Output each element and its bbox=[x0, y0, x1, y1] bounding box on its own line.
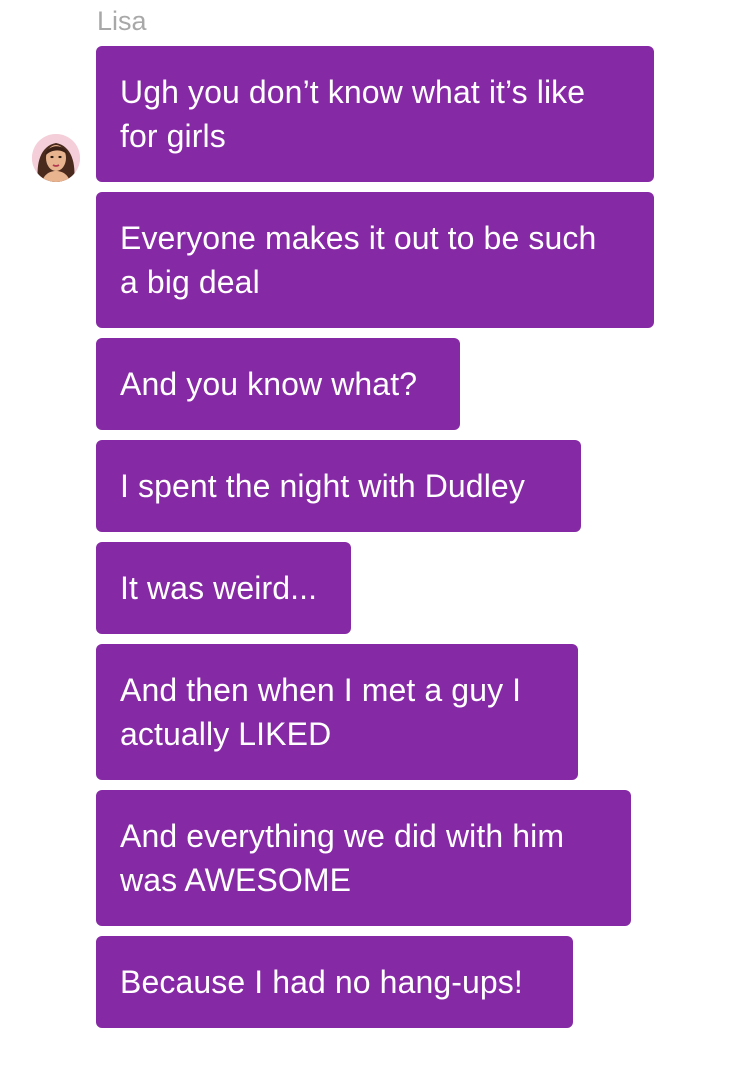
message-bubble[interactable]: Everyone makes it out to be such a big d… bbox=[96, 192, 654, 328]
user-avatar-woman-icon[interactable] bbox=[32, 134, 80, 182]
sender-name: Lisa bbox=[97, 6, 147, 36]
message-bubble[interactable]: And you know what? bbox=[96, 338, 460, 430]
avatar-illustration bbox=[32, 134, 80, 182]
message-bubble[interactable]: It was weird... bbox=[96, 542, 351, 634]
message-bubble[interactable]: I spent the night with Dudley bbox=[96, 440, 581, 532]
message-bubble[interactable]: Ugh you don’t know what it’s like for gi… bbox=[96, 46, 654, 182]
message-bubble[interactable]: And everything we did with him was AWESO… bbox=[96, 790, 631, 926]
message-bubble[interactable]: And then when I met a guy I actually LIK… bbox=[96, 644, 578, 780]
message-bubble[interactable]: Because I had no hang-ups! bbox=[96, 936, 573, 1028]
